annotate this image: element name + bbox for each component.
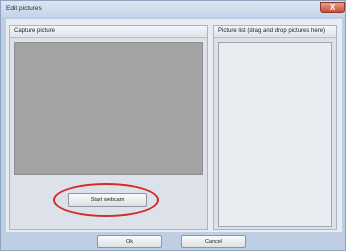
close-button[interactable]: X <box>320 2 345 13</box>
ok-button[interactable]: Ok <box>97 235 162 248</box>
close-icon: X <box>329 3 336 12</box>
cancel-button[interactable]: Cancel <box>181 235 246 248</box>
webcam-preview <box>14 42 203 175</box>
button-bar <box>6 232 342 249</box>
picture-list-dropzone[interactable] <box>218 42 332 227</box>
window-title: Edit pictures <box>6 5 42 12</box>
edit-pictures-window: Edit pictures X Capture picture Start we… <box>0 0 346 251</box>
capture-picture-label: Capture picture <box>14 28 56 34</box>
capture-picture-header: Capture picture <box>10 26 207 38</box>
title-bar: Edit pictures X <box>1 1 345 17</box>
picture-list-label: Picture list (drag and drop pictures her… <box>218 28 326 34</box>
highlight-annotation <box>53 183 159 217</box>
picture-list-header: Picture list (drag and drop pictures her… <box>214 26 336 38</box>
